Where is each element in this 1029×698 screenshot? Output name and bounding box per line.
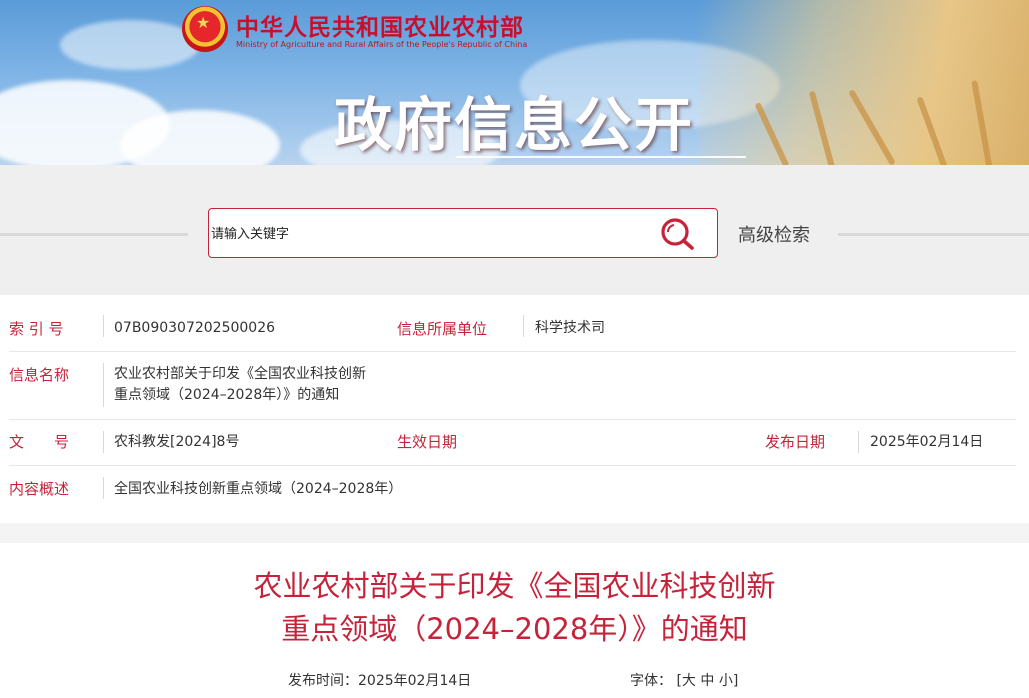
info-row-summary: 内容概述 全国农业科技创新重点领域（2024–2028年） (9, 465, 1016, 511)
article-title-line1: 农业农村部关于印发《全国农业科技创新 (253, 569, 776, 603)
cloud-decoration (60, 20, 200, 70)
summary-value: 全国农业科技创新重点领域（2024–2028年） (114, 481, 403, 497)
banner-title: 政府信息公开 (334, 91, 695, 159)
article-title-line2: 重点领域（2024–2028年）》的通知 (281, 612, 748, 646)
font-size-selector: 字体： [大 中 小] (630, 670, 738, 690)
publish-date-label: 发布日期 (765, 433, 826, 451)
name-label: 信息名称 (9, 366, 70, 384)
search-icon (661, 218, 694, 250)
info-row-name: 信息名称 农业农村部关于印发《全国农业科技创新 重点领域（2024–2028年）… (9, 351, 1016, 420)
index-value: 07B090307202500026 (114, 320, 276, 336)
name-value-line1: 农业农村部关于印发《全国农业科技创新 (114, 366, 366, 382)
article-section: 农业农村部关于印发《全国农业科技创新 重点领域（2024–2028年）》的通知 … (0, 543, 1029, 698)
font-size-large[interactable]: 大 (682, 673, 696, 689)
column-separator (103, 477, 104, 499)
column-separator (103, 431, 104, 453)
search-button[interactable] (659, 217, 697, 251)
docno-value: 农科教发[2024]8号 (114, 434, 240, 450)
national-emblem-icon[interactable]: ★ (182, 6, 228, 52)
advanced-search-link[interactable]: 高级检索 (738, 221, 810, 247)
unit-value: 科学技术司 (535, 320, 605, 336)
unit-label: 信息所属单位 (397, 320, 488, 338)
column-separator (523, 315, 524, 337)
publish-date-value: 2025年02月14日 (870, 434, 984, 450)
font-size-medium[interactable]: 中 (700, 673, 714, 689)
article-title: 农业农村部关于印发《全国农业科技创新 重点领域（2024–2028年）》的通知 (0, 565, 1029, 651)
name-value: 农业农村部关于印发《全国农业科技创新 重点领域（2024–2028年）》的通知 (114, 364, 366, 406)
search-divider-right (838, 233, 1029, 236)
effective-date-label: 生效日期 (397, 433, 458, 451)
search-box (208, 208, 718, 258)
summary-label: 内容概述 (9, 480, 70, 498)
info-row-docno: 文 号 农科教发[2024]8号 生效日期 发布日期 2025年02月14日 (9, 419, 1016, 466)
index-label: 索 引 号 (9, 320, 64, 338)
wheat-decoration (699, 0, 1029, 165)
publish-time: 发布时间：2025年02月14日 (288, 670, 471, 690)
font-size-small[interactable]: 小 (719, 673, 733, 689)
column-separator (858, 431, 859, 453)
header-banner: ★ 中华人民共和国农业农村部 Ministry of Agriculture a… (0, 0, 1029, 165)
publish-time-value: 2025年02月14日 (358, 673, 472, 689)
search-input[interactable] (209, 209, 651, 257)
docno-label: 文 号 (9, 433, 70, 451)
column-separator (103, 363, 104, 407)
publish-time-label: 发布时间： (288, 673, 358, 689)
info-row-index: 索 引 号 07B090307202500026 信息所属单位 科学技术司 (9, 307, 1016, 352)
ministry-name-en: Ministry of Agriculture and Rural Affair… (236, 40, 528, 49)
column-separator (103, 315, 104, 337)
search-divider-left (0, 233, 188, 236)
info-table: 索 引 号 07B090307202500026 信息所属单位 科学技术司 信息… (0, 295, 1029, 523)
font-size-label: 字体： (630, 673, 672, 689)
font-bracket-close: ] (732, 673, 739, 689)
banner-divider (456, 156, 746, 158)
name-value-line2: 重点领域（2024–2028年）》的通知 (114, 387, 340, 403)
ministry-name-cn[interactable]: 中华人民共和国农业农村部 (236, 8, 524, 42)
